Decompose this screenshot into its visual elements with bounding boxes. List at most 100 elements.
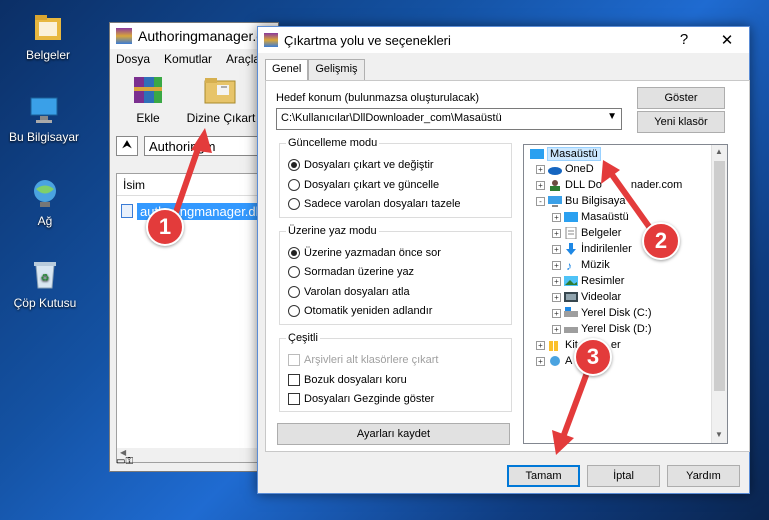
library-icon: [549, 341, 558, 351]
desktop-icon-recycle-bin[interactable]: ♻ Çöp Kutusu: [5, 258, 85, 310]
add-button[interactable]: Ekle: [118, 73, 178, 125]
expand-icon[interactable]: +: [552, 324, 561, 334]
file-row[interactable]: authoringmanager.dl: [121, 202, 275, 220]
computer-icon: [548, 196, 562, 207]
misc-option-show-in-explorer[interactable]: Dosyaları Gezginde göster: [288, 393, 434, 405]
scrollbar-thumb[interactable]: [714, 161, 725, 391]
add-button-label: Ekle: [136, 111, 160, 125]
radio-button[interactable]: [288, 198, 300, 210]
folder-tree[interactable]: Masaüstü + OneD + DLL Do nader.com - Bu B…: [523, 144, 728, 444]
desktop-icon-network[interactable]: Ağ: [5, 176, 85, 228]
winrar-app-icon: [116, 28, 132, 44]
desktop-icon-label: Belgeler: [25, 48, 71, 62]
extract-to-button[interactable]: Dizine Çıkart: [184, 73, 258, 125]
tree-node[interactable]: + Resimler: [552, 275, 624, 287]
dialog-titlebar[interactable]: Çıkartma yolu ve seçenekleri ? ✕: [258, 27, 749, 53]
new-folder-button[interactable]: Yeni klasör: [637, 111, 725, 133]
expand-icon[interactable]: +: [536, 164, 545, 174]
winrar-titlebar[interactable]: Authoringmanager.dl: [110, 23, 278, 49]
tree-node[interactable]: + DLL Do nader.com: [536, 179, 682, 191]
tree-node[interactable]: + İndirilenler: [552, 243, 632, 255]
tree-node[interactable]: + OneD: [536, 163, 594, 175]
tree-node[interactable]: + Belgeler: [552, 227, 621, 239]
add-archive-icon: [128, 73, 168, 107]
expand-icon[interactable]: +: [536, 180, 545, 190]
update-option-replace[interactable]: Dosyaları çıkart ve değiştir: [288, 159, 434, 171]
overwrite-option-ask[interactable]: Üzerine yazmadan önce sor: [288, 247, 441, 259]
radio-button[interactable]: [288, 159, 300, 171]
column-header-name[interactable]: İsim: [117, 174, 275, 196]
expand-icon[interactable]: +: [552, 292, 561, 302]
tree-node[interactable]: + A: [536, 355, 572, 367]
option-label: Dosyaları çıkart ve değiştir: [304, 159, 434, 171]
scroll-up-icon[interactable]: ▲: [715, 147, 723, 156]
address-field[interactable]: Authoringm: [144, 136, 272, 156]
desktop-icon-label: Ağ: [37, 214, 53, 228]
help-title-button[interactable]: ?: [670, 31, 698, 48]
option-label: Varolan dosyaları atla: [304, 286, 410, 298]
misc-option-subfolders[interactable]: Arşivleri alt klasörlere çıkart: [288, 354, 438, 366]
desktop-icon-documents[interactable]: Belgeler: [8, 10, 88, 62]
scroll-down-icon[interactable]: ▼: [715, 430, 723, 439]
extract-to-icon: [201, 73, 241, 107]
radio-button[interactable]: [288, 247, 300, 259]
winrar-statusbar: ▭⚿: [116, 456, 133, 467]
up-folder-button[interactable]: ⮝: [116, 136, 138, 156]
checkbox[interactable]: [288, 393, 300, 405]
radio-button[interactable]: [288, 305, 300, 317]
expand-icon[interactable]: +: [552, 308, 561, 318]
menu-commands[interactable]: Komutlar: [164, 52, 212, 66]
winrar-file-list[interactable]: İsim authoringmanager.dl ◀: [116, 173, 276, 463]
option-label: Sadece varolan dosyaları tazele: [304, 198, 461, 210]
close-button[interactable]: ✕: [713, 31, 741, 49]
help-button[interactable]: Yardım: [667, 465, 740, 487]
save-settings-button[interactable]: Ayarları kaydet: [277, 423, 510, 445]
menu-file[interactable]: Dosya: [116, 52, 150, 66]
show-button[interactable]: Göster: [637, 87, 725, 109]
tree-node[interactable]: Masaüstü: [530, 147, 601, 161]
tree-node[interactable]: + Videolar: [552, 291, 621, 303]
tree-node-label: Belgeler: [581, 227, 622, 239]
tab-general[interactable]: Genel: [265, 59, 309, 81]
overwrite-option-skip[interactable]: Varolan dosyaları atla: [288, 286, 410, 298]
file-icon: [121, 204, 133, 218]
winrar-address-bar: ⮝ Authoringm: [116, 135, 272, 157]
tree-vertical-scrollbar[interactable]: ▲ ▼: [711, 145, 727, 443]
tab-advanced[interactable]: Gelişmiş: [308, 59, 365, 81]
expand-icon[interactable]: +: [552, 260, 561, 270]
overwrite-option-without-prompt[interactable]: Sormadan üzerine yaz: [288, 266, 414, 278]
tree-node[interactable]: + Yerel Disk (C:): [552, 307, 652, 319]
destination-path-combo[interactable]: C:\Kullanıcılar\DllDownloader_com\Masaüs…: [276, 108, 622, 130]
misc-option-keep-broken[interactable]: Bozuk dosyaları koru: [288, 374, 407, 386]
expand-icon[interactable]: +: [552, 228, 561, 238]
horizontal-scrollbar[interactable]: ◀: [117, 448, 275, 462]
address-text: Authoringm: [149, 139, 216, 154]
expand-icon[interactable]: +: [552, 276, 561, 286]
radio-button[interactable]: [288, 266, 300, 278]
menu-tools[interactable]: Araçla: [226, 52, 260, 66]
checkbox[interactable]: [288, 374, 300, 386]
tree-node[interactable]: + ♪ Müzik: [552, 259, 610, 271]
desktop-icon-this-pc[interactable]: Bu Bilgisayar: [4, 92, 84, 144]
tree-node[interactable]: + Masaüstü: [552, 211, 629, 223]
expand-icon[interactable]: +: [536, 340, 545, 350]
tree-node[interactable]: + Yerel Disk (D:): [552, 323, 652, 335]
expand-icon[interactable]: +: [552, 244, 561, 254]
overwrite-option-rename[interactable]: Otomatik yeniden adlandır: [288, 305, 432, 317]
checkbox[interactable]: [288, 354, 300, 366]
option-label: Arşivleri alt klasörlere çıkart: [304, 354, 439, 366]
expand-icon[interactable]: +: [552, 212, 561, 222]
tree-node[interactable]: - Bu Bilgisaya: [536, 195, 626, 207]
collapse-icon[interactable]: -: [536, 196, 545, 206]
ok-button[interactable]: Tamam: [507, 465, 580, 487]
update-option-update[interactable]: Dosyaları çıkart ve güncelle: [288, 179, 439, 191]
chevron-down-icon[interactable]: ▼: [607, 111, 617, 122]
radio-button[interactable]: [288, 286, 300, 298]
tree-node-label: Videolar: [581, 291, 622, 303]
radio-button[interactable]: [288, 179, 300, 191]
cancel-button[interactable]: İptal: [587, 465, 660, 487]
option-label: Sormadan üzerine yaz: [304, 266, 415, 278]
videos-icon: [564, 292, 578, 302]
update-option-freshen[interactable]: Sadece varolan dosyaları tazele: [288, 198, 461, 210]
expand-icon[interactable]: +: [536, 356, 545, 366]
